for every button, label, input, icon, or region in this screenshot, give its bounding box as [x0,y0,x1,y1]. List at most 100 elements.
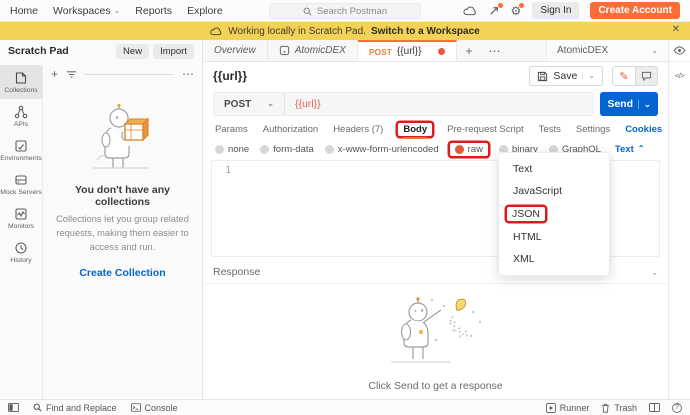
annotation-box-json: JSON [507,207,545,221]
import-button[interactable]: Import [153,44,194,59]
rail-label: Environments [0,155,42,162]
annotation-box-raw: raw [450,143,488,156]
environment-name: AtomicDEX [557,45,643,56]
console-button[interactable]: Console [131,403,178,413]
send-button[interactable]: Send ⌄ [600,92,658,116]
save-options-chevron-icon[interactable]: ⌄ [582,72,595,80]
editor-line-number: 1 [212,161,238,256]
tab-request-label: {{url}} [397,46,421,57]
offline-cloud-button[interactable] [463,5,478,16]
language-option-xml[interactable]: XML [499,248,609,270]
sidebar-rail: Collections APIs Environments Mock Serve… [0,62,42,399]
trash-button[interactable]: Trash [601,403,637,413]
request-title-row: {{url}} Save ⌄ ✎ [203,62,668,90]
language-dropdown-menu: Text JavaScript JSON HTML XML [498,152,610,276]
edit-pencil-button[interactable]: ✎ [613,67,635,85]
tab-settings[interactable]: Settings [576,124,610,135]
language-selected: Text [615,144,634,155]
tab-collection-atomicdex[interactable]: AtomicDEX [268,40,358,61]
sidebar-item-apis[interactable]: APIs [0,99,42,133]
notification-dot [498,3,503,8]
save-button[interactable]: Save ⌄ [529,66,603,86]
mode-none[interactable]: none [215,144,249,155]
collapse-response-icon[interactable]: ⌄ [651,268,658,277]
sidebar-item-mock-servers[interactable]: Mock Servers [0,167,42,201]
language-option-html[interactable]: HTML [499,226,609,248]
cloud-offline-icon [463,5,478,16]
send-label: Send [607,98,633,110]
send-options-chevron-icon[interactable]: ⌄ [638,100,651,109]
environments-icon [14,139,28,153]
rail-label: Collections [4,87,37,94]
nav-workspaces[interactable]: Workspaces⌄ [53,5,120,17]
request-title-actions: Save ⌄ ✎ [529,66,658,86]
nav-reports[interactable]: Reports [135,5,172,17]
radio-icon [215,145,224,154]
runner-icon [546,403,556,413]
help-button[interactable]: ? [672,403,682,413]
runner-button[interactable]: Runner [546,403,590,413]
mode-raw[interactable]: raw [455,144,483,155]
eye-icon [673,46,686,55]
tab-params[interactable]: Params [215,124,248,135]
language-option-json[interactable]: JSON [512,208,540,220]
toggle-sidebar-button[interactable] [8,403,19,412]
two-pane-view-button[interactable] [649,403,660,412]
sidebar-item-monitors[interactable]: Monitors [0,201,42,235]
sign-in-button[interactable]: Sign In [532,2,579,19]
nav-explore[interactable]: Explore [187,5,223,17]
url-bar: POST ⌄ {{url}} [213,92,594,116]
radio-icon [260,145,269,154]
sidebar-item-environments[interactable]: Environments [0,133,42,167]
chevron-down-icon: ⌄ [114,7,121,15]
code-snippet-button[interactable]: </> [675,71,684,80]
comment-button[interactable] [635,67,657,85]
tab-tests[interactable]: Tests [539,124,561,135]
new-tab-button[interactable]: + [457,40,480,61]
create-account-button[interactable]: Create Account [590,2,680,19]
tab-body[interactable]: Body [403,124,427,139]
rail-label: History [10,257,31,264]
two-pane-icon [649,403,660,412]
url-input[interactable]: {{url}} [285,98,331,110]
language-option-javascript[interactable]: JavaScript [499,180,609,202]
create-collection-link[interactable]: Create Collection [79,267,165,279]
capture-requests-button[interactable] [489,5,500,16]
global-search-input[interactable]: Search Postman [269,3,421,19]
sidebar-item-collections[interactable]: Collections [0,65,42,99]
filter-icon[interactable] [66,70,77,79]
close-icon[interactable]: ✕ [672,24,680,35]
nav-home[interactable]: Home [10,5,38,17]
workspace-title: Scratch Pad [8,45,112,57]
tab-authorization[interactable]: Authorization [263,124,318,135]
tab-headers[interactable]: Headers (7) [333,124,383,135]
method-select[interactable]: POST ⌄ [214,93,285,115]
more-options-icon[interactable]: ⋯ [182,68,194,80]
rail-label: APIs [14,121,28,128]
save-icon [537,71,548,82]
notification-dot [519,3,524,8]
response-empty-message: Click Send to get a response [368,380,502,392]
tab-request-active[interactable]: POST {{url}} [358,40,458,61]
empty-collections-illustration [79,102,167,176]
mode-x-www-form-urlencoded[interactable]: x-www-form-urlencoded [325,144,439,155]
new-button[interactable]: New [116,44,149,59]
cookies-link[interactable]: Cookies [625,124,662,135]
environment-quick-look-button[interactable] [669,40,690,62]
tab-pre-request-script[interactable]: Pre-request Script [447,124,524,135]
switch-to-workspace-link[interactable]: Switch to a Workspace [371,26,480,37]
environment-selector[interactable]: AtomicDEX ⌄ [546,40,668,61]
unsaved-changes-dot [438,48,445,55]
tab-overview[interactable]: Overview [203,40,268,61]
rail-label: Mock Servers [0,189,42,196]
language-option-text[interactable]: Text [499,158,609,180]
find-and-replace-button[interactable]: Find and Replace [33,403,117,413]
sidebar-item-history[interactable]: History [0,235,42,269]
language-dropdown-trigger[interactable]: Text ⌃ [615,144,645,155]
settings-button[interactable]: ⚙ [511,5,522,17]
banner-message: Working locally in Scratch Pad. [228,26,366,37]
mode-form-data[interactable]: form-data [260,144,314,155]
add-collection-icon[interactable]: + [51,68,58,80]
tab-options-button[interactable]: ⋯ [480,40,508,61]
trash-icon [601,403,610,413]
